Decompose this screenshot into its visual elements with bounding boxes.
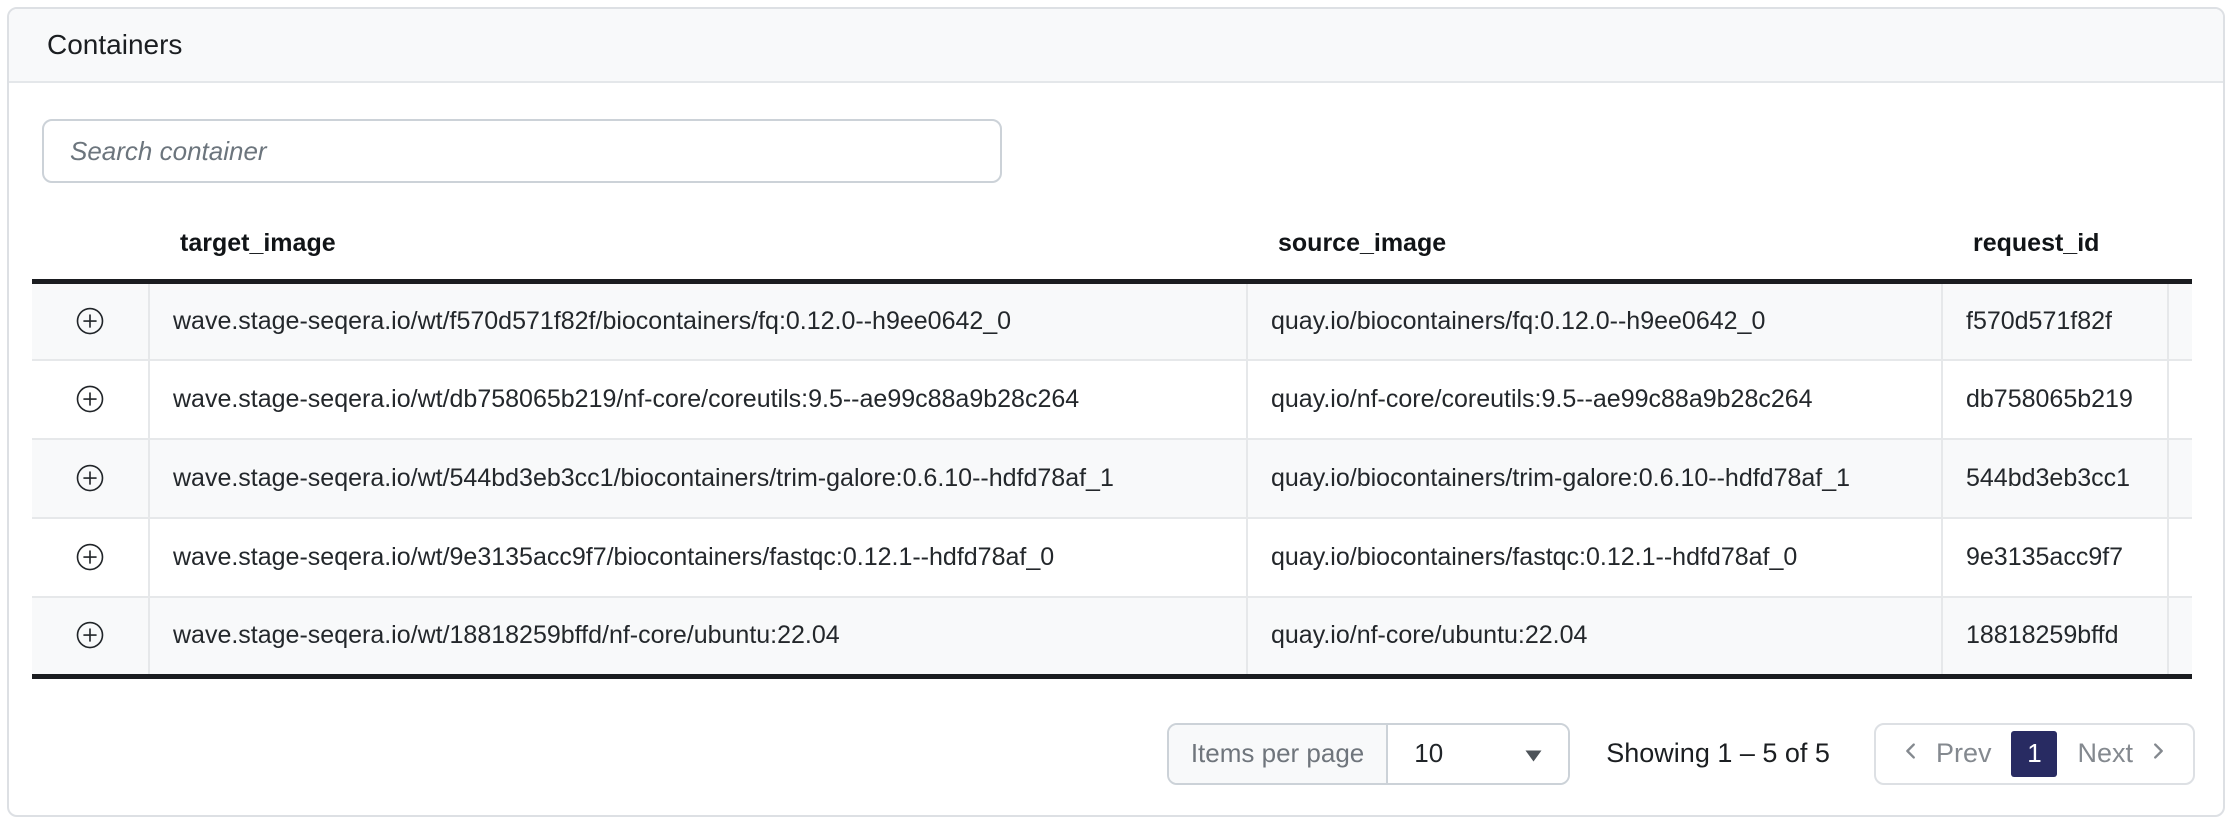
next-page-label: Next bbox=[2077, 738, 2133, 769]
expand-cell bbox=[32, 597, 149, 676]
caret-down-icon bbox=[1525, 738, 1542, 769]
panel-header: Containers bbox=[9, 9, 2223, 83]
expand-cell bbox=[32, 360, 149, 439]
source-image-cell: quay.io/biocontainers/fastqc:0.12.1--hdf… bbox=[1247, 518, 1942, 597]
items-per-page-value: 10 bbox=[1414, 738, 1443, 769]
chevron-right-icon bbox=[2147, 738, 2169, 769]
table-row: wave.stage-seqera.io/wt/9e3135acc9f7/bio… bbox=[32, 518, 2192, 597]
search-container-input[interactable] bbox=[42, 119, 1002, 183]
prev-page-button[interactable]: Prev bbox=[1884, 725, 2008, 783]
column-header-source-image: source_image bbox=[1247, 209, 1942, 281]
prev-page-label: Prev bbox=[1936, 738, 1992, 769]
column-header-request-id: request_id bbox=[1942, 209, 2168, 281]
page-1-button[interactable]: 1 bbox=[2011, 731, 2057, 777]
circle-plus-icon bbox=[75, 306, 105, 336]
source-image-cell: quay.io/biocontainers/fq:0.12.0--h9ee064… bbox=[1247, 281, 1942, 360]
target-image-cell: wave.stage-seqera.io/wt/f570d571f82f/bio… bbox=[149, 281, 1247, 360]
expand-row-button[interactable] bbox=[69, 378, 111, 420]
table-footer: Items per page 10 Showing 1 – 5 of 5 bbox=[32, 723, 2195, 785]
circle-plus-icon bbox=[75, 620, 105, 650]
expand-cell bbox=[32, 281, 149, 360]
target-image-cell: wave.stage-seqera.io/wt/db758065b219/nf-… bbox=[149, 360, 1247, 439]
spacer-cell bbox=[2168, 360, 2192, 439]
expand-column-header bbox=[32, 209, 149, 281]
request-id-cell: f570d571f82f bbox=[1942, 281, 2168, 360]
panel-title: Containers bbox=[47, 29, 182, 61]
request-id-cell: 18818259bffd bbox=[1942, 597, 2168, 676]
items-per-page-select[interactable]: 10 bbox=[1388, 725, 1568, 783]
spacer-cell bbox=[2168, 439, 2192, 518]
items-per-page-control: Items per page 10 bbox=[1167, 723, 1570, 785]
table-row: wave.stage-seqera.io/wt/544bd3eb3cc1/bio… bbox=[32, 439, 2192, 518]
expand-row-button[interactable] bbox=[69, 300, 111, 342]
circle-plus-icon bbox=[75, 463, 105, 493]
containers-table: target_image source_image request_id bbox=[32, 209, 2192, 679]
expand-row-button[interactable] bbox=[69, 614, 111, 656]
source-image-cell: quay.io/nf-core/coreutils:9.5--ae99c88a9… bbox=[1247, 360, 1942, 439]
request-id-cell: 544bd3eb3cc1 bbox=[1942, 439, 2168, 518]
expand-cell bbox=[32, 439, 149, 518]
table-row: wave.stage-seqera.io/wt/f570d571f82f/bio… bbox=[32, 281, 2192, 360]
panel-body: target_image source_image request_id bbox=[9, 119, 2223, 785]
showing-range-text: Showing 1 – 5 of 5 bbox=[1606, 738, 1830, 769]
source-image-cell: quay.io/nf-core/ubuntu:22.04 bbox=[1247, 597, 1942, 676]
chevron-left-icon bbox=[1900, 738, 1922, 769]
spacer-cell bbox=[2168, 518, 2192, 597]
next-page-button[interactable]: Next bbox=[2061, 725, 2185, 783]
source-image-cell: quay.io/biocontainers/trim-galore:0.6.10… bbox=[1247, 439, 1942, 518]
request-id-cell: 9e3135acc9f7 bbox=[1942, 518, 2168, 597]
expand-row-button[interactable] bbox=[69, 536, 111, 578]
table-header-row: target_image source_image request_id bbox=[32, 209, 2192, 281]
request-id-cell: db758065b219 bbox=[1942, 360, 2168, 439]
target-image-cell: wave.stage-seqera.io/wt/544bd3eb3cc1/bio… bbox=[149, 439, 1247, 518]
spacer-cell bbox=[2168, 597, 2192, 676]
target-image-cell: wave.stage-seqera.io/wt/18818259bffd/nf-… bbox=[149, 597, 1247, 676]
spacer-column-header bbox=[2168, 209, 2192, 281]
circle-plus-icon bbox=[75, 384, 105, 414]
column-header-target-image: target_image bbox=[149, 209, 1247, 281]
expand-row-button[interactable] bbox=[69, 457, 111, 499]
target-image-cell: wave.stage-seqera.io/wt/9e3135acc9f7/bio… bbox=[149, 518, 1247, 597]
spacer-cell bbox=[2168, 281, 2192, 360]
circle-plus-icon bbox=[75, 542, 105, 572]
expand-cell bbox=[32, 518, 149, 597]
table-row: wave.stage-seqera.io/wt/18818259bffd/nf-… bbox=[32, 597, 2192, 676]
pagination-control: Prev 1 Next bbox=[1874, 723, 2195, 785]
containers-panel: Containers target_image source_image req… bbox=[7, 7, 2225, 817]
items-per-page-label: Items per page bbox=[1169, 725, 1388, 783]
table-row: wave.stage-seqera.io/wt/db758065b219/nf-… bbox=[32, 360, 2192, 439]
